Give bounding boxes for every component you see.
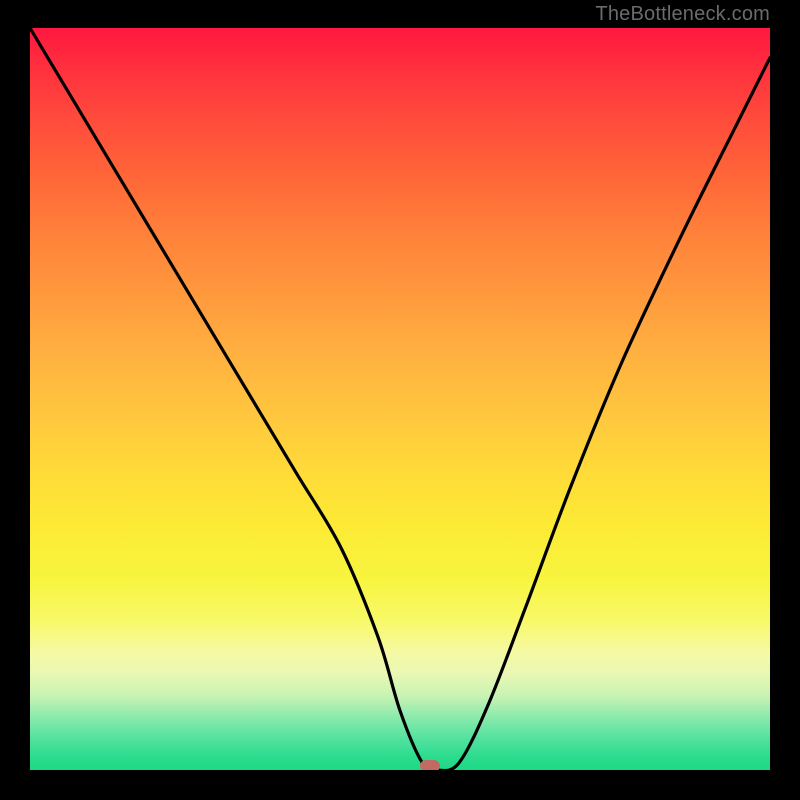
watermark-text: TheBottleneck.com: [595, 3, 770, 26]
chart-frame: TheBottleneck.com: [0, 0, 800, 800]
plot-area: [30, 28, 770, 770]
bottleneck-curve: [30, 28, 770, 770]
minimum-marker: [420, 760, 440, 770]
